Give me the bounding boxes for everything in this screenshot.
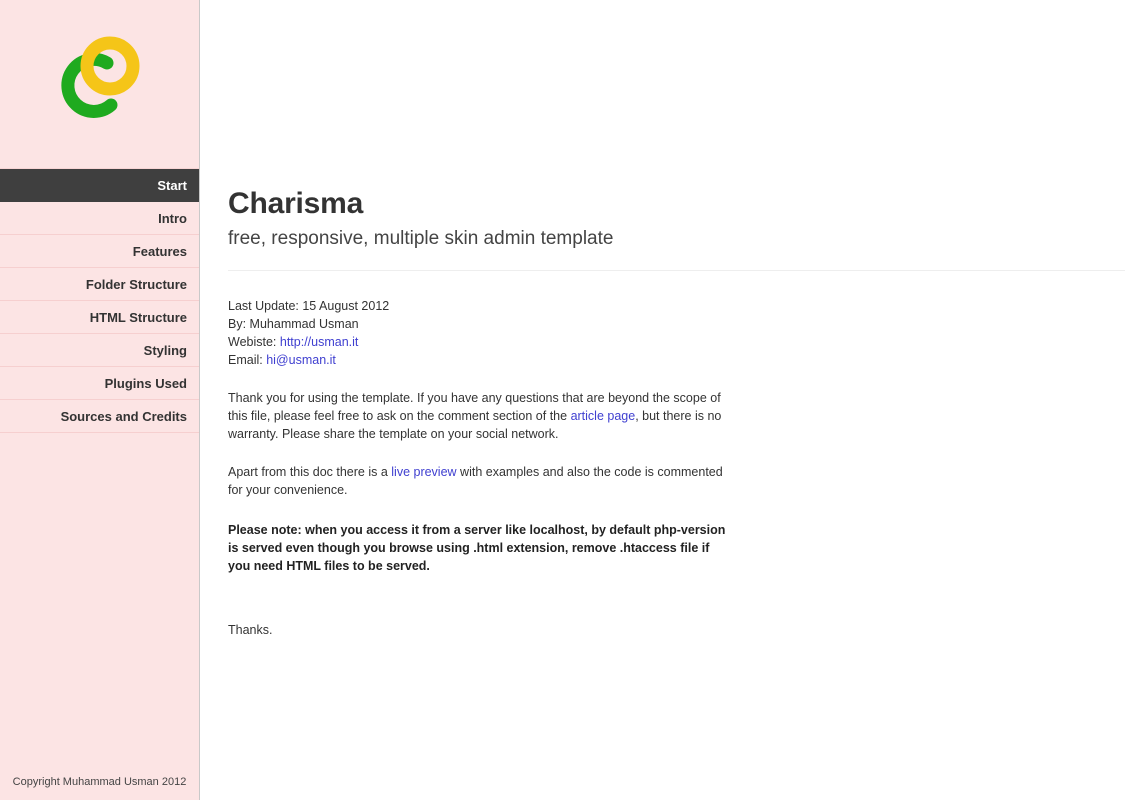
sidebar-item-label: Features [132,244,187,259]
meta-website: Webiste: http://usman.it [228,333,1124,351]
page-title: Charisma [228,187,364,220]
sidebar-item-styling[interactable]: Styling [0,334,199,367]
meta-last-update: Last Update: 15 August 2012 [228,297,1124,315]
sidebar-item-label: HTML Structure [89,310,187,325]
sidebar-item-label: Intro [158,211,187,226]
intro-paragraph: Thank you for using the template. If you… [228,389,728,443]
sidebar-item-label: Styling [143,343,187,358]
website-link[interactable]: http://usman.it [280,335,359,349]
sidebar-nav: Start Intro Features Folder Structure HT… [0,168,199,433]
sidebar-item-html-structure[interactable]: HTML Structure [0,301,199,334]
main-content: Charisma free, responsive, multiple skin… [200,0,1144,800]
meta-email-label: Email: [228,353,267,367]
please-note-paragraph: Please note: when you access it from a s… [228,523,726,573]
meta-author-value: Muhammad Usman [249,317,359,331]
sidebar-item-sources-and-credits[interactable]: Sources and Credits [0,400,199,433]
meta-author: By: Muhammad Usman [228,315,1124,333]
sidebar-item-label: Plugins Used [104,376,187,391]
content-inner: Charisma free, responsive, multiple skin… [228,186,1125,639]
email-link[interactable]: hi@usman.it [266,353,336,367]
preview-paragraph: Apart from this doc there is a live prev… [228,463,728,499]
sidebar-item-start[interactable]: Start [0,169,199,202]
sidebar: Start Intro Features Folder Structure HT… [0,0,200,800]
sidebar-item-features[interactable]: Features [0,235,199,268]
title-divider [228,270,1125,271]
live-preview-link[interactable]: live preview [391,465,456,479]
charisma-logo-icon [52,33,148,125]
meta-last-update-value: 15 August 2012 [302,299,390,313]
logo-area [0,0,199,168]
sidebar-item-plugins-used[interactable]: Plugins Used [0,367,199,400]
meta-author-label: By: [228,317,250,331]
page-subtitle: free, responsive, multiple skin admin te… [228,228,614,249]
documentation-page: Start Intro Features Folder Structure HT… [0,0,1144,800]
sidebar-item-label: Folder Structure [85,277,187,292]
metadata-block: Last Update: 15 August 2012 By: Muhammad… [228,297,1124,369]
meta-email: Email: hi@usman.it [228,351,1124,369]
sidebar-item-label: Sources and Credits [60,409,187,424]
meta-website-label: Webiste: [228,335,280,349]
thanks-paragraph: Thanks. [228,623,273,637]
sidebar-copyright: Copyright Muhammad Usman 2012 [12,776,187,788]
sidebar-item-folder-structure[interactable]: Folder Structure [0,268,199,301]
sidebar-item-label: Start [157,178,187,193]
sidebar-item-intro[interactable]: Intro [0,202,199,235]
meta-last-update-label: Last Update: [228,299,303,313]
article-page-link[interactable]: article page [571,409,636,423]
preview-paragraph-part1: Apart from this doc there is a [228,465,392,479]
